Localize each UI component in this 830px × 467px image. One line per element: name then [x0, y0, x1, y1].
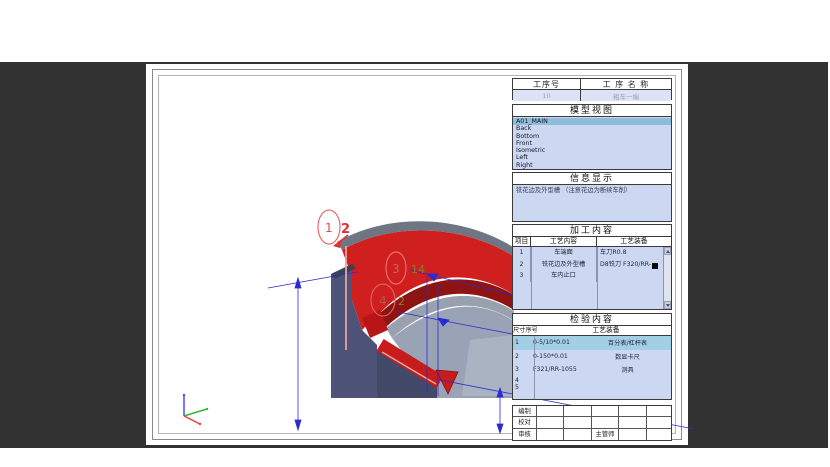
signoff-cell[interactable] — [647, 406, 671, 417]
column-divider — [534, 336, 535, 399]
row-equipment: 车刀R0.8 — [597, 247, 671, 259]
row-number: 3 — [513, 270, 531, 282]
column-divider — [531, 247, 532, 309]
model-view-item-back[interactable]: Back — [513, 125, 671, 132]
signoff-cell[interactable] — [647, 429, 671, 440]
row-number: 1 — [513, 339, 522, 346]
cell-handle[interactable] — [652, 263, 658, 269]
scrollbar-vertical[interactable] — [663, 247, 671, 309]
process-name-header: 工 序 名 称 — [581, 79, 671, 90]
signoff-cell[interactable] — [647, 417, 671, 428]
table-row[interactable]: 1 车端面 车刀R0.8 — [513, 247, 671, 259]
info-display-title: 信息显示 — [513, 173, 671, 185]
model-view-item-right[interactable]: Right — [513, 162, 671, 169]
model-view-panel: 模型视图 A01_MAIN Back Bottom Front Isometri… — [512, 104, 672, 170]
signoff-cell[interactable] — [564, 406, 592, 417]
app-window: 1 2 3 14 4 2 工序号 工 序 名 称 10 粗车一端 — [0, 0, 830, 467]
process-header-table: 工序号 工 序 名 称 10 粗车一端 — [512, 78, 672, 100]
scroll-up-button[interactable] — [664, 247, 671, 255]
model-view-item-isometric[interactable]: Isometric — [513, 147, 671, 154]
balloon-3-note: 14 — [411, 263, 425, 276]
signoff-cell[interactable] — [592, 417, 619, 428]
info-display-panel: 信息显示 铣花边及外型槽 （注意花边为断续车削） — [512, 172, 672, 222]
machining-header-item: 项目 — [513, 237, 531, 246]
table-row[interactable]: 4 — [513, 377, 671, 384]
machining-table-body: 1 车端面 车刀R0.8 2 铣花边及外型槽 D8铣刀 F320/RR- 3 车… — [513, 247, 671, 309]
model-view-item-bottom[interactable]: Bottom — [513, 133, 671, 140]
row-value: 0-150*0.01 — [522, 353, 584, 360]
row-equipment — [597, 270, 671, 282]
signoff-label-prepared: 编制 — [513, 406, 537, 417]
machining-header-equipment: 工艺装备 — [597, 237, 671, 246]
arrow-up-icon — [666, 250, 670, 253]
signoff-cell[interactable] — [619, 406, 647, 417]
row-content: 铣花边及外型槽 — [531, 259, 597, 271]
balloon-3-label: 3 — [392, 262, 400, 276]
row-number: 5 — [513, 384, 522, 391]
process-number-value[interactable]: 10 — [513, 90, 581, 101]
inspection-table-body: 1 0-5/10*0.01 百分表/杠杆表 2 0-150*0.01 数显卡尺 … — [513, 336, 671, 399]
machining-content-panel: 加工内容 项目 工艺内容 工艺装备 1 车端面 车刀R0.8 2 铣花边及外型槽… — [512, 224, 672, 310]
row-content: 车端面 — [531, 247, 597, 259]
row-equipment: 百分表/杠杆表 — [584, 338, 671, 347]
table-row[interactable]: 2 0-150*0.01 数显卡尺 — [513, 350, 671, 364]
table-row[interactable]: 5 — [513, 384, 671, 391]
machining-table-header: 项目 工艺内容 工艺装备 — [513, 237, 671, 247]
machining-title: 加工内容 — [513, 225, 671, 237]
balloon-4-label: 4 — [379, 294, 387, 308]
model-3d-view[interactable]: 1 2 3 14 4 2 — [0, 0, 830, 467]
row-number: 2 — [513, 259, 531, 271]
row-equipment: D8铣刀 F320/RR- — [597, 259, 671, 271]
signoff-cell[interactable] — [619, 429, 647, 440]
table-row[interactable]: 2 铣花边及外型槽 D8铣刀 F320/RR- — [513, 259, 671, 271]
inspection-content-panel: 检验内容 尺寸序号 工艺装备 1 0-5/10*0.01 百分表/杠杆表 2 0… — [512, 313, 672, 400]
csys-triad-icon — [183, 394, 208, 425]
model-view-list[interactable]: A01_MAIN Back Bottom Front Isometric Lef… — [513, 117, 671, 169]
balloon-1-note: 2 — [341, 222, 350, 237]
process-number-header: 工序号 — [513, 79, 581, 90]
inspection-header-equipment: 工艺装备 — [541, 326, 671, 335]
row-number: 1 — [513, 247, 531, 259]
signoff-table: 编制 校对 审核 主管师 — [512, 405, 672, 441]
signoff-cell[interactable] — [537, 406, 564, 417]
info-display-text[interactable]: 铣花边及外型槽 （注意花边为断续车削） — [513, 185, 671, 221]
signoff-cell[interactable] — [619, 417, 647, 428]
model-view-item-front[interactable]: Front — [513, 140, 671, 147]
model-view-item-left[interactable]: Left — [513, 154, 671, 161]
signoff-cell[interactable] — [564, 429, 592, 440]
arrow-down-icon — [666, 304, 670, 307]
signoff-cell[interactable] — [537, 417, 564, 428]
machining-header-content: 工艺内容 — [531, 237, 597, 246]
row-number: 3 — [513, 366, 522, 373]
inspection-table-header: 尺寸序号 工艺装备 — [513, 326, 671, 336]
row-value: F321/RR-1055 — [522, 366, 584, 373]
signoff-label-reviewed: 审核 — [513, 429, 537, 440]
row-number: 2 — [513, 353, 522, 360]
balloon-1-label: 1 — [325, 221, 333, 235]
table-row[interactable]: 3 F321/RR-1055 测具 — [513, 363, 671, 377]
row-equipment: 测具 — [584, 365, 671, 374]
row-equipment: 数显卡尺 — [584, 352, 671, 361]
row-value: 0-5/10*0.01 — [522, 339, 584, 346]
process-name-value[interactable]: 粗车一端 — [581, 90, 671, 101]
inspection-header-dim: 尺寸序号 — [513, 326, 541, 335]
model-view-item-a01-main[interactable]: A01_MAIN — [513, 118, 671, 125]
inspection-title: 检验内容 — [513, 314, 671, 326]
signoff-cell[interactable] — [564, 417, 592, 428]
balloon-4-note: 2 — [398, 295, 405, 308]
row-number: 4 — [513, 377, 522, 384]
model-view-title: 模型视图 — [513, 105, 671, 117]
row-content: 车内止口 — [531, 270, 597, 282]
table-row[interactable]: 1 0-5/10*0.01 百分表/杠杆表 — [513, 336, 671, 350]
signoff-cell[interactable] — [537, 429, 564, 440]
scroll-down-button[interactable] — [664, 301, 671, 309]
table-row[interactable]: 3 车内止口 — [513, 270, 671, 282]
signoff-label-proofread: 校对 — [513, 417, 537, 428]
signoff-label-supervisor: 主管师 — [592, 429, 619, 440]
signoff-cell[interactable] — [592, 406, 619, 417]
